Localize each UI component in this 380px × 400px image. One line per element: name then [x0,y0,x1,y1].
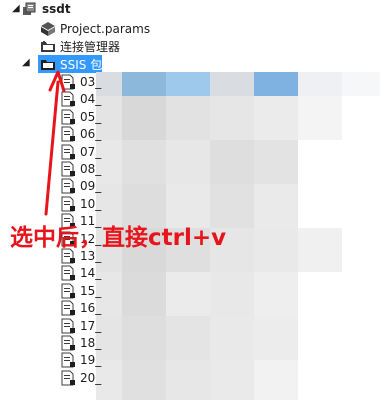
package-label: 16_ [80,301,102,316]
package-label: 14_ [80,266,102,281]
package-item[interactable]: 05_ [60,108,101,126]
package-item[interactable]: 07_ [60,143,101,161]
package-file-icon [60,126,76,142]
package-file-icon [60,370,76,386]
collapse-root-arrow[interactable]: ◢ [12,3,20,14]
package-item[interactable]: 08_ [60,160,101,178]
collapse-ssis-arrow[interactable]: ◢ [22,57,30,68]
package-label: 15_ [80,283,102,298]
package-label: 19_ [80,353,102,368]
package-item[interactable]: 20_ [60,369,101,387]
package-file-icon [60,178,76,194]
package-item[interactable]: 04_ [60,90,101,108]
folder-icon [40,56,56,72]
tree-item-ssis-packages[interactable]: SSIS 包 [38,55,102,73]
tree-item-label: Project.params [60,22,151,36]
package-item[interactable]: 06_ [60,125,101,143]
package-label: 04_ [80,92,102,107]
package-label: 07_ [80,144,102,159]
package-label: 06_ [80,127,102,142]
package-label: 17_ [80,318,102,333]
package-item[interactable]: 09_ [60,177,101,195]
package-item[interactable]: 03_ [60,73,101,91]
package-file-icon [60,144,76,160]
annotation-text: 选中后，直接ctrl+v [10,225,227,251]
solution-icon [22,1,38,17]
package-label: 05_ [80,109,102,124]
package-label: 10_ [80,196,102,211]
package-label: 18_ [80,336,102,350]
package-label: 08_ [80,162,102,176]
package-item[interactable]: 16_ [60,299,101,317]
package-item[interactable]: 14_ [60,264,101,282]
tree-item-label: SSIS 包 [60,57,103,72]
package-file-icon [60,318,76,334]
package-label: 09_ [80,179,102,194]
folder-icon [40,38,56,54]
package-item[interactable]: 17_ [60,317,101,335]
package-file-icon [60,352,76,368]
package-item[interactable]: 19_ [60,351,101,369]
package-file-icon [60,196,76,212]
package-label: 20_ [80,370,102,385]
package-file-icon [60,265,76,281]
package-item[interactable]: 18_ [60,334,101,352]
package-file-icon [60,91,76,107]
tree-item-connection-managers[interactable]: 连接管理器 [40,37,120,55]
package-file-icon [60,335,76,351]
package-file-icon [60,300,76,316]
tree-item-project-params[interactable]: Project.params [40,20,150,38]
package-item[interactable]: 15_ [60,282,101,300]
tree-root-label: ssdt [42,2,71,16]
params-icon [40,21,56,37]
package-label: 03_ [80,75,102,89]
tree-item-label: 连接管理器 [60,39,121,54]
package-file-icon [60,74,76,90]
tree-root-ssdt[interactable]: ssdt [22,0,71,18]
package-file-icon [60,283,76,299]
package-item[interactable]: 10_ [60,195,101,213]
package-file-icon [60,161,76,177]
package-file-icon [60,109,76,125]
